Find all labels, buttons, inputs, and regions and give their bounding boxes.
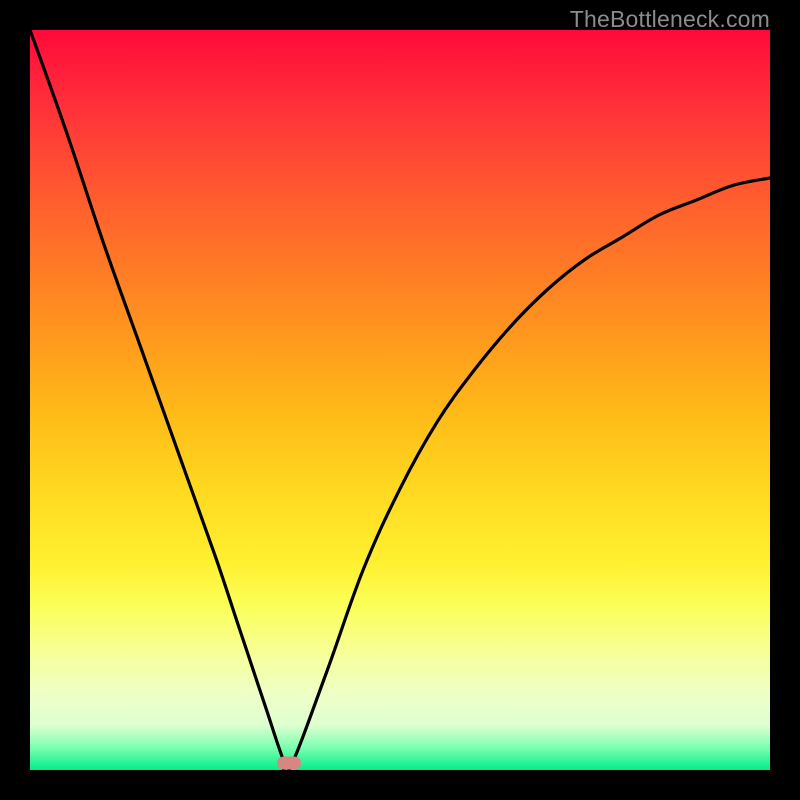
watermark-text: TheBottleneck.com — [570, 6, 770, 33]
curve-svg — [30, 30, 770, 770]
bottleneck-curve-path — [30, 30, 770, 770]
chart-frame: TheBottleneck.com — [0, 0, 800, 800]
optimal-marker — [277, 756, 301, 769]
plot-area — [30, 30, 770, 770]
